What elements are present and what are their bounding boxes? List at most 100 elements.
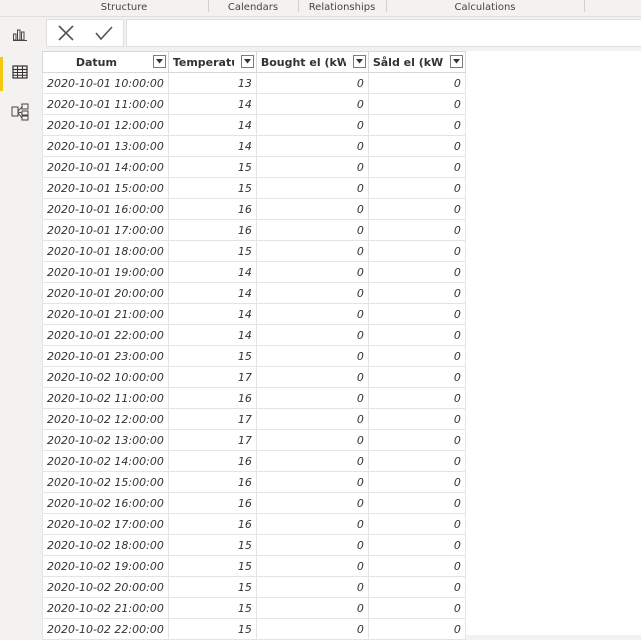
table-row[interactable]: 2020-10-01 17:00:00 16 0 0 (42, 219, 466, 241)
cell-temperatur[interactable]: 14 (167, 303, 257, 325)
column-header-datum[interactable]: Datum (42, 51, 169, 73)
cell-sald-el[interactable]: 0 (367, 471, 466, 493)
cell-sald-el[interactable]: 0 (367, 93, 466, 115)
cell-bought-el[interactable]: 0 (255, 93, 369, 115)
cell-temperatur[interactable]: 15 (167, 534, 257, 556)
cell-sald-el[interactable]: 0 (367, 261, 466, 283)
cell-datum[interactable]: 2020-10-02 22:00:00 (42, 618, 169, 640)
cell-sald-el[interactable]: 0 (367, 240, 466, 262)
table-row[interactable]: 2020-10-02 10:00:00 17 0 0 (42, 366, 466, 388)
cell-datum[interactable]: 2020-10-02 19:00:00 (42, 555, 169, 577)
table-row[interactable]: 2020-10-01 12:00:00 14 0 0 (42, 114, 466, 136)
cell-temperatur[interactable]: 17 (167, 408, 257, 430)
table-row[interactable]: 2020-10-02 20:00:00 15 0 0 (42, 576, 466, 598)
cell-temperatur[interactable]: 15 (167, 240, 257, 262)
cell-bought-el[interactable]: 0 (255, 597, 369, 619)
table-row[interactable]: 2020-10-01 21:00:00 14 0 0 (42, 303, 466, 325)
cell-datum[interactable]: 2020-10-02 21:00:00 (42, 597, 169, 619)
cell-bought-el[interactable]: 0 (255, 492, 369, 514)
cell-datum[interactable]: 2020-10-01 15:00:00 (42, 177, 169, 199)
cell-bought-el[interactable]: 0 (255, 450, 369, 472)
cell-datum[interactable]: 2020-10-02 20:00:00 (42, 576, 169, 598)
table-row[interactable]: 2020-10-01 10:00:00 13 0 0 (42, 72, 466, 94)
table-row[interactable]: 2020-10-02 19:00:00 15 0 0 (42, 555, 466, 577)
cell-sald-el[interactable]: 0 (367, 387, 466, 409)
table-row[interactable]: 2020-10-02 22:00:00 15 0 0 (42, 618, 466, 640)
cell-datum[interactable]: 2020-10-02 11:00:00 (42, 387, 169, 409)
table-row[interactable]: 2020-10-01 13:00:00 14 0 0 (42, 135, 466, 157)
cell-bought-el[interactable]: 0 (255, 324, 369, 346)
cell-bought-el[interactable]: 0 (255, 240, 369, 262)
formula-input[interactable] (126, 19, 641, 47)
cell-temperatur[interactable]: 15 (167, 597, 257, 619)
cell-sald-el[interactable]: 0 (367, 513, 466, 535)
cell-temperatur[interactable]: 14 (167, 261, 257, 283)
cell-bought-el[interactable]: 0 (255, 114, 369, 136)
column-header-sald-el[interactable]: Såld el (kWh) (367, 51, 466, 73)
cell-datum[interactable]: 2020-10-01 23:00:00 (42, 345, 169, 367)
cell-temperatur[interactable]: 15 (167, 618, 257, 640)
cell-temperatur[interactable]: 14 (167, 93, 257, 115)
cell-datum[interactable]: 2020-10-02 17:00:00 (42, 513, 169, 535)
commit-formula-button[interactable] (94, 24, 114, 42)
table-row[interactable]: 2020-10-01 20:00:00 14 0 0 (42, 282, 466, 304)
table-row[interactable]: 2020-10-02 13:00:00 17 0 0 (42, 429, 466, 451)
cell-bought-el[interactable]: 0 (255, 156, 369, 178)
cell-datum[interactable]: 2020-10-01 13:00:00 (42, 135, 169, 157)
data-view-button[interactable] (0, 55, 40, 93)
cell-sald-el[interactable]: 0 (367, 72, 466, 94)
cell-datum[interactable]: 2020-10-01 11:00:00 (42, 93, 169, 115)
cell-sald-el[interactable]: 0 (367, 135, 466, 157)
column-filter-dropdown[interactable] (240, 55, 254, 68)
cell-temperatur[interactable]: 14 (167, 114, 257, 136)
table-row[interactable]: 2020-10-01 19:00:00 14 0 0 (42, 261, 466, 283)
table-row[interactable]: 2020-10-01 16:00:00 16 0 0 (42, 198, 466, 220)
cell-sald-el[interactable]: 0 (367, 366, 466, 388)
column-filter-dropdown[interactable] (152, 55, 166, 68)
cell-bought-el[interactable]: 0 (255, 555, 369, 577)
cell-datum[interactable]: 2020-10-02 18:00:00 (42, 534, 169, 556)
column-filter-dropdown[interactable] (449, 55, 463, 68)
cell-sald-el[interactable]: 0 (367, 618, 466, 640)
cell-bought-el[interactable]: 0 (255, 366, 369, 388)
cell-temperatur[interactable]: 16 (167, 513, 257, 535)
cell-bought-el[interactable]: 0 (255, 618, 369, 640)
cell-datum[interactable]: 2020-10-01 22:00:00 (42, 324, 169, 346)
table-row[interactable]: 2020-10-02 14:00:00 16 0 0 (42, 450, 466, 472)
cell-datum[interactable]: 2020-10-01 19:00:00 (42, 261, 169, 283)
table-row[interactable]: 2020-10-01 14:00:00 15 0 0 (42, 156, 466, 178)
cell-bought-el[interactable]: 0 (255, 471, 369, 493)
cell-temperatur[interactable]: 15 (167, 576, 257, 598)
cell-datum[interactable]: 2020-10-02 13:00:00 (42, 429, 169, 451)
cell-datum[interactable]: 2020-10-02 12:00:00 (42, 408, 169, 430)
cell-temperatur[interactable]: 17 (167, 429, 257, 451)
cell-datum[interactable]: 2020-10-02 16:00:00 (42, 492, 169, 514)
cell-bought-el[interactable]: 0 (255, 429, 369, 451)
cell-datum[interactable]: 2020-10-02 10:00:00 (42, 366, 169, 388)
table-row[interactable]: 2020-10-02 12:00:00 17 0 0 (42, 408, 466, 430)
cell-temperatur[interactable]: 14 (167, 135, 257, 157)
cell-bought-el[interactable]: 0 (255, 408, 369, 430)
cell-sald-el[interactable]: 0 (367, 450, 466, 472)
cell-datum[interactable]: 2020-10-01 12:00:00 (42, 114, 169, 136)
cell-datum[interactable]: 2020-10-01 16:00:00 (42, 198, 169, 220)
cell-temperatur[interactable]: 16 (167, 219, 257, 241)
cell-datum[interactable]: 2020-10-01 20:00:00 (42, 282, 169, 304)
cell-datum[interactable]: 2020-10-02 15:00:00 (42, 471, 169, 493)
cell-sald-el[interactable]: 0 (367, 345, 466, 367)
cell-sald-el[interactable]: 0 (367, 282, 466, 304)
cell-sald-el[interactable]: 0 (367, 555, 466, 577)
table-row[interactable]: 2020-10-01 22:00:00 14 0 0 (42, 324, 466, 346)
cell-bought-el[interactable]: 0 (255, 513, 369, 535)
cell-datum[interactable]: 2020-10-01 17:00:00 (42, 219, 169, 241)
table-row[interactable]: 2020-10-01 23:00:00 15 0 0 (42, 345, 466, 367)
cell-temperatur[interactable]: 13 (167, 72, 257, 94)
cell-sald-el[interactable]: 0 (367, 219, 466, 241)
cell-datum[interactable]: 2020-10-01 10:00:00 (42, 72, 169, 94)
table-row[interactable]: 2020-10-02 16:00:00 16 0 0 (42, 492, 466, 514)
table-row[interactable]: 2020-10-01 18:00:00 15 0 0 (42, 240, 466, 262)
table-row[interactable]: 2020-10-01 11:00:00 14 0 0 (42, 93, 466, 115)
cell-bought-el[interactable]: 0 (255, 198, 369, 220)
cell-bought-el[interactable]: 0 (255, 345, 369, 367)
cell-temperatur[interactable]: 14 (167, 324, 257, 346)
